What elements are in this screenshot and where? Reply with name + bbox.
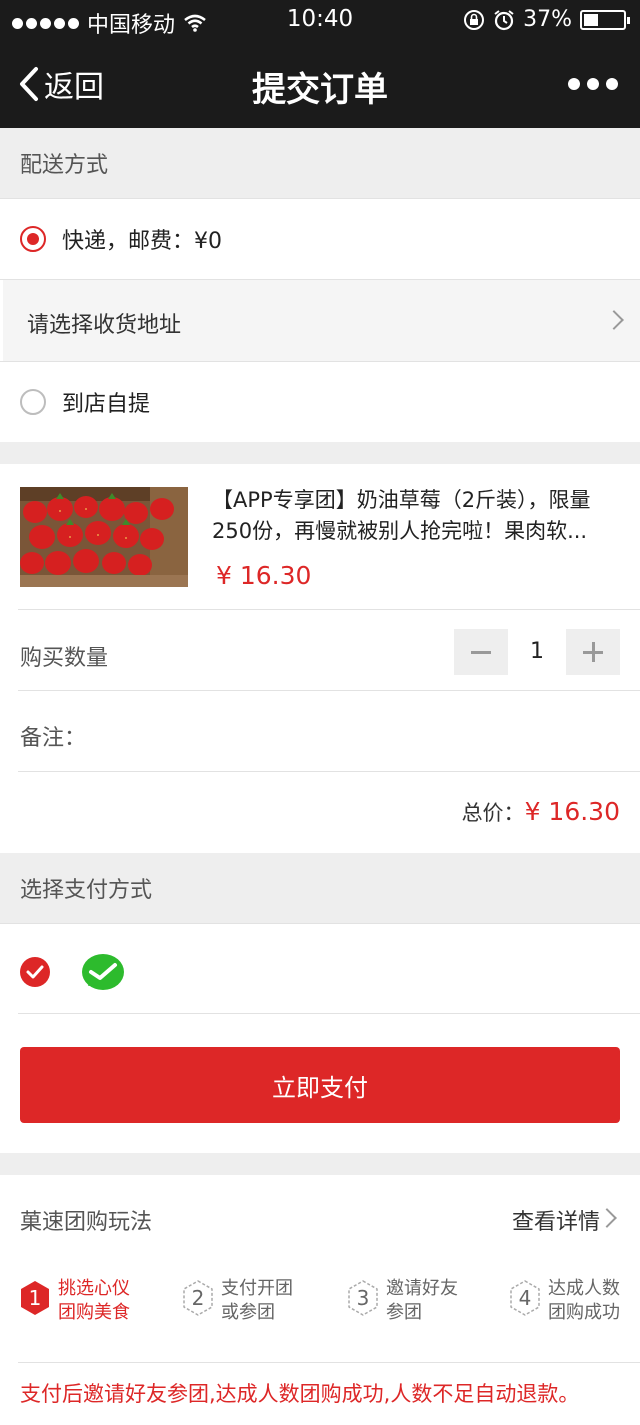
delivery-option-express[interactable]: 快递，邮费：¥0 [0,199,640,279]
step-2: 2 支付开团或参团 [183,1277,293,1325]
express-label: 快递，邮费：¥0 [62,229,222,254]
pay-now-button[interactable]: 立即支付 [20,1047,620,1123]
step-text-line: 团购美食 [58,1302,130,1323]
battery-icon [580,9,630,30]
divider [18,771,640,772]
delivery-option-pickup[interactable]: 到店自提 [0,362,640,442]
page-title: 提交订单 [252,70,388,110]
product-title-text: 【APP专享团】奶油草莓（2斤装），限量250份，再慢就被别人抢完啦！果肉软..… [212,488,591,543]
divider [18,1362,640,1363]
order-total: 总价： ¥ 16.30 [462,797,620,827]
step-number-badge: 2 [183,1280,213,1316]
section-spacer [0,442,640,464]
product-price: ¥ 16.30 [216,561,312,590]
remark-input[interactable] [90,700,620,760]
step-4: 4 达成人数团购成功 [510,1277,620,1325]
address-selector[interactable]: 请选择收货地址 [3,280,640,361]
remark-label: 备注： [20,726,87,751]
step-text-line: 邀请好友 [386,1278,458,1299]
quantity-value[interactable]: 1 [508,629,566,675]
step-number-badge: 3 [348,1280,378,1316]
divider [18,609,640,610]
quantity-decrease-button[interactable] [454,629,508,675]
payment-section-heading: 选择支付方式 [0,853,640,923]
step-text-line: 团购成功 [548,1302,620,1323]
radio-pickup[interactable] [20,389,46,415]
divider [18,1013,640,1014]
payment-selected-check-icon[interactable] [20,957,50,987]
group-rules-title: 菓速团购玩法 [20,1210,153,1235]
step-text-line: 或参团 [221,1302,275,1323]
status-bar: 中国移动 10:40 37% [0,0,640,40]
step-text-line: 达成人数 [548,1278,620,1299]
divider [18,690,640,691]
step-number-badge: 4 [510,1280,540,1316]
rotation-lock-icon [464,9,485,30]
chevron-right-icon[interactable] [597,1208,617,1228]
step-text-line: 挑选心仪 [58,1278,130,1299]
quantity-increase-button[interactable] [566,629,620,675]
pickup-label: 到店自提 [62,392,151,417]
step-text-line: 参团 [386,1302,422,1323]
step-1: 1 挑选心仪团购美食 [20,1277,130,1325]
delivery-section-heading: 配送方式 [0,128,640,198]
step-text-line: 支付开团 [221,1278,293,1299]
quantity-label: 购买数量 [20,646,109,671]
divider [0,923,640,924]
wechat-pay-icon[interactable] [80,952,126,998]
address-placeholder: 请选择收货地址 [27,313,182,338]
step-number-badge: 1 [20,1280,50,1316]
navigation-bar: 返回 提交订单 [0,40,640,128]
battery-percent: 37% [523,7,572,32]
view-details-link[interactable]: 查看详情 [512,1204,600,1236]
section-spacer [0,1153,640,1175]
total-value: ¥ 16.30 [524,797,620,826]
radio-express[interactable] [20,226,46,252]
step-3: 3 邀请好友参团 [348,1277,458,1325]
product-title[interactable]: 【APP专享团】奶油草莓（2斤装），限量250份，再慢就被别人抢完啦！果肉软..… [212,485,622,547]
product-image[interactable] [20,487,188,587]
refund-notice: 支付后邀请好友参团,达成人数团购成功,人数不足自动退款。 [20,1382,580,1406]
alarm-icon [494,9,514,30]
more-menu-button[interactable] [568,78,618,90]
chevron-right-icon [604,310,624,330]
total-label: 总价： [461,801,525,825]
